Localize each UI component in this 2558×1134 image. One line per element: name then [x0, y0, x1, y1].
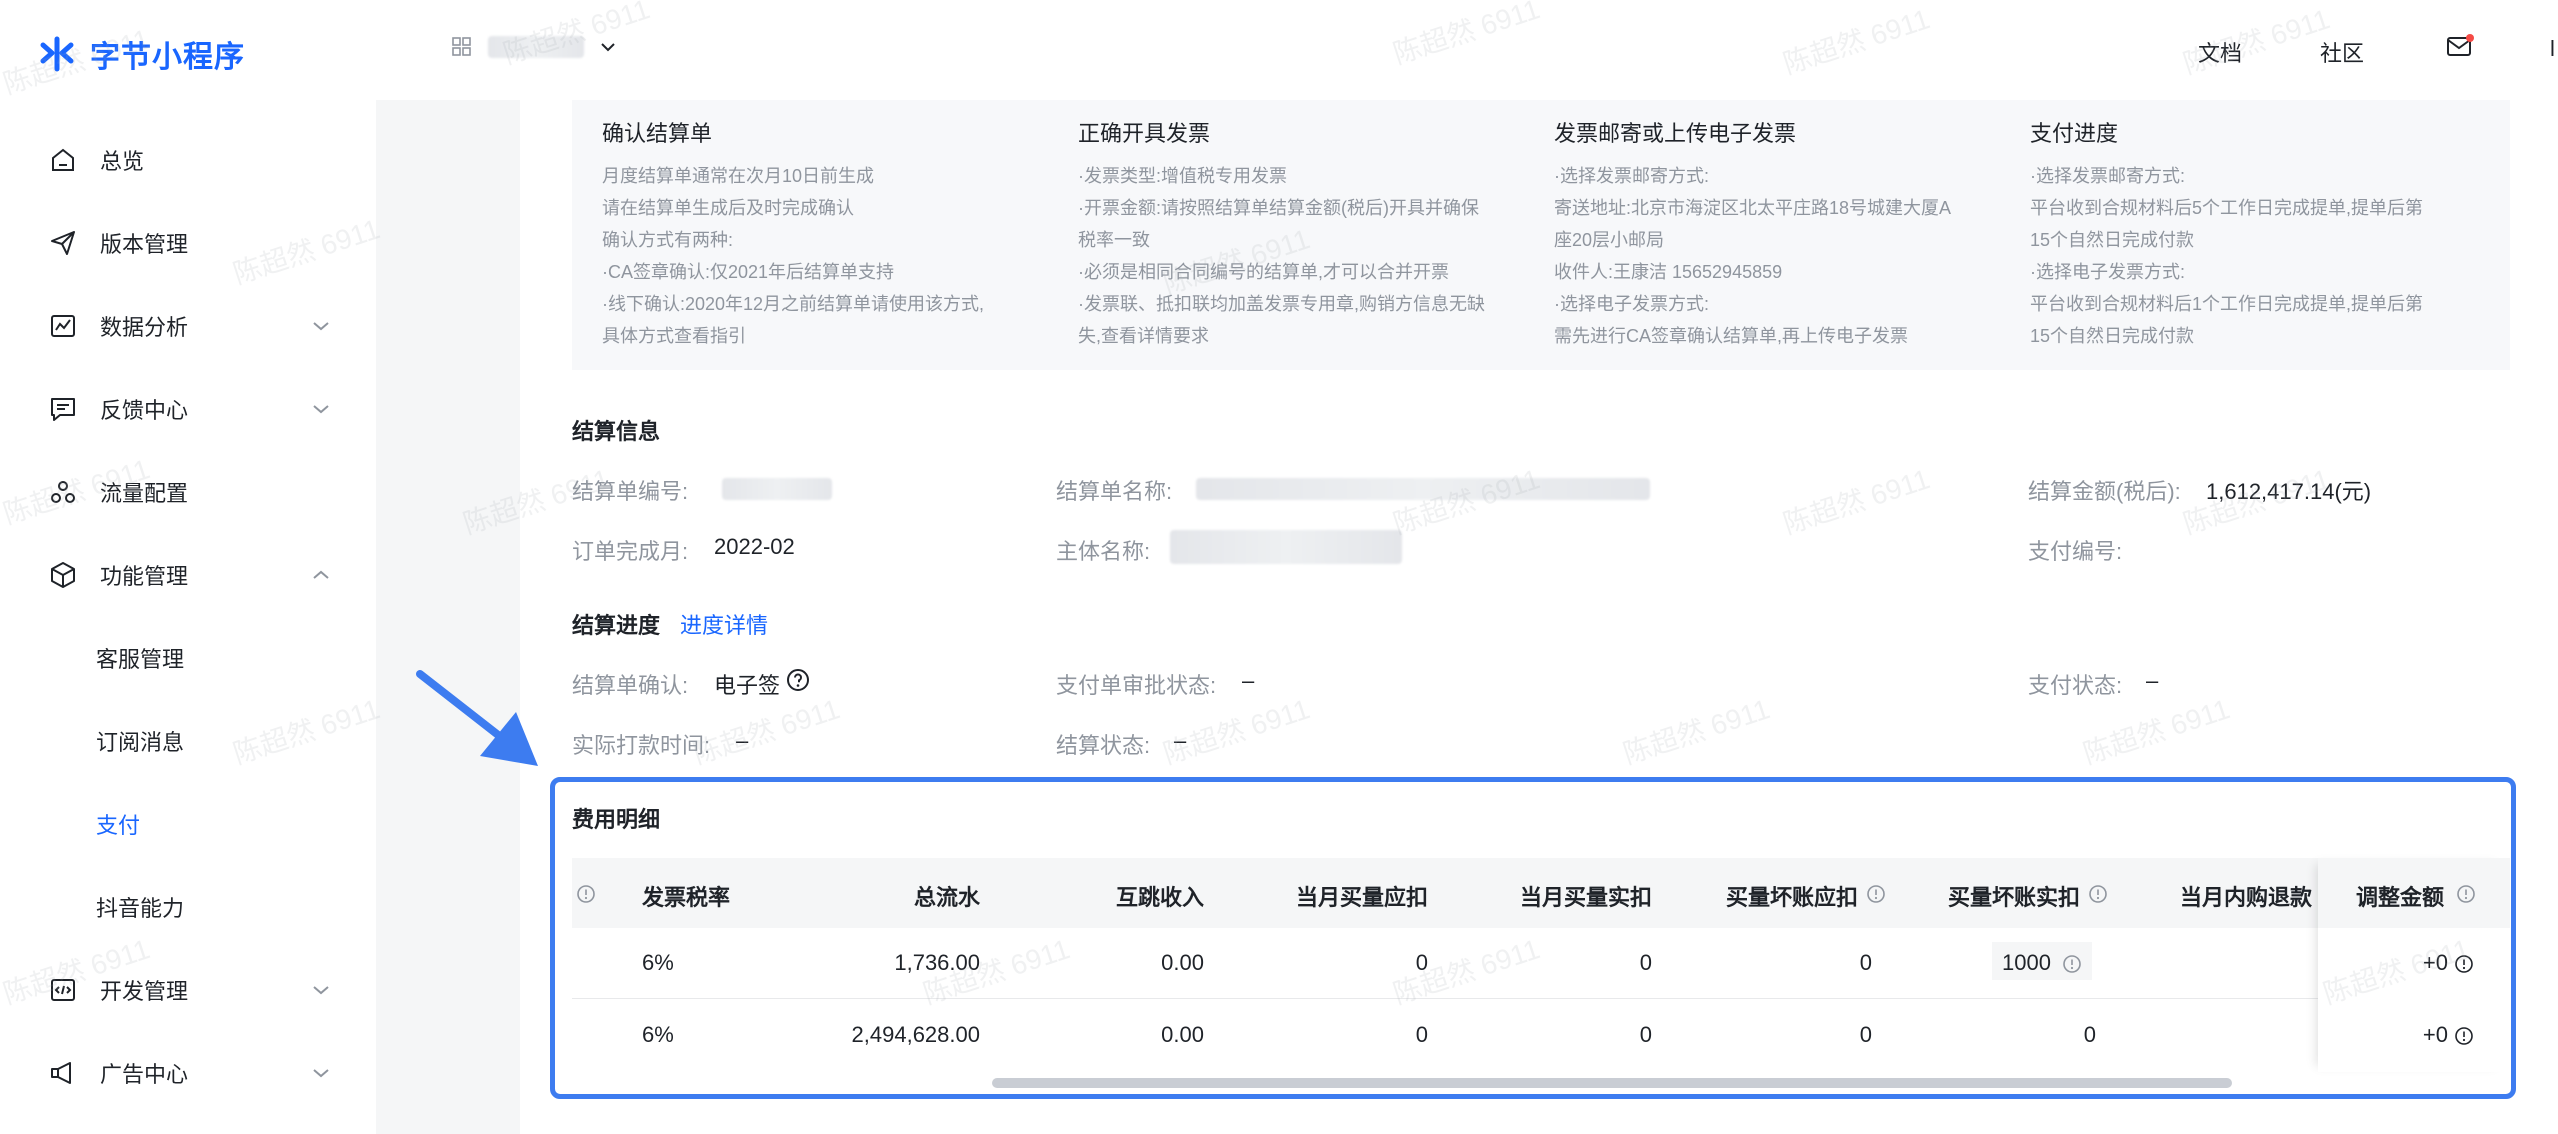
settlement-number-redacted — [722, 478, 832, 500]
chevron-down-icon — [313, 1068, 329, 1077]
payment-status-label: 支付状态: — [2028, 673, 2123, 698]
step-line: ·选择电子发票方式: — [2030, 262, 2185, 282]
pointer-arrow-icon — [416, 670, 538, 766]
settlement-name-label: 结算单名称: — [1056, 479, 1173, 504]
step-line: 15个自然日完成付款 — [2030, 326, 2195, 346]
chevron-down-icon — [601, 43, 615, 52]
sidebar-item-label: 总览 — [100, 148, 145, 174]
step-title: 正确开具发票 — [1078, 121, 1211, 146]
top-bar: 文档 社区 l — [0, 0, 2558, 100]
sidebar-item-label: 反馈中心 — [100, 397, 189, 423]
approval-status-value: – — [1242, 668, 1255, 693]
approval-status-label: 支付单审批状态: — [1056, 673, 1217, 698]
mail-button[interactable] — [2446, 34, 2474, 64]
settlement-steps-panel: 确认结算单 月度结算单通常在次月10日前生成 请在结算单生成后及时完成确认 确认… — [572, 100, 2510, 370]
step-invoice: 正确开具发票 ·发票类型:增值税专用发票 ·开票金额:请按照结算单结算金额(税后… — [1078, 116, 1538, 352]
step-line: ·必须是相同合同编号的结算单,才可以合并开票 — [1078, 262, 1449, 282]
cube-icon — [51, 561, 75, 588]
step-line: ·选择电子发票方式: — [1554, 294, 1709, 314]
step-title: 发票邮寄或上传电子发票 — [1554, 121, 1797, 146]
step-line: ·CA签章确认:仅2021年后结算单支持 — [602, 262, 895, 282]
mail-icon — [2447, 34, 2474, 56]
sidebar-item-payment[interactable]: 支付 — [0, 782, 376, 865]
sidebar-item-label: 版本管理 — [100, 231, 189, 257]
step-mail-or-upload: 发票邮寄或上传电子发票 ·选择发票邮寄方式: 寄送地址:北京市海淀区北太平庄路1… — [1554, 116, 2014, 352]
step-line: 需先进行CA签章确认结算单,再上传电子发票 — [1554, 326, 1909, 346]
settlement-progress-title: 结算进度 — [572, 613, 661, 638]
detail-requirements-link[interactable]: 失,查看详情要求 — [1078, 320, 1538, 352]
chart-icon — [51, 314, 75, 337]
step-line: ·发票联、抵扣联均加盖发票专用章,购销方信息无缺 — [1078, 294, 1485, 314]
app-grid-icon — [452, 37, 471, 56]
view-guide-link[interactable]: 具体方式查看指引 — [602, 320, 1062, 352]
step-line: ·线下确认:2020年12月之前结算单请使用该方式, — [602, 294, 985, 314]
help-icon[interactable] — [786, 668, 810, 697]
sidebar-item-feedback[interactable]: 反馈中心 — [0, 367, 376, 450]
progress-detail-link[interactable]: 进度详情 — [680, 608, 768, 640]
step-title: 确认结算单 — [602, 121, 713, 146]
sidebar-item-features[interactable]: 功能管理 — [0, 533, 376, 616]
step-line: 月度结算单通常在次月10日前生成 — [602, 166, 875, 186]
message-icon — [51, 397, 75, 421]
subject-name-label: 主体名称: — [1056, 539, 1151, 564]
step-line: 平台收到合规材料后5个工作日完成提单,提单后第 — [2030, 198, 2424, 218]
step-line: ·选择发票邮寄方式: — [1554, 166, 1709, 186]
step-line: 座20层小邮局 — [1554, 230, 1665, 250]
sidebar-item-label: 广告中心 — [100, 1061, 189, 1087]
sidebar-item-label: 数据分析 — [100, 314, 189, 340]
step-line: 确认方式有两种: — [602, 230, 734, 250]
step-line: 平台收到合规材料后1个工作日完成提单,提单后第 — [2030, 294, 2424, 314]
chevron-down-icon — [313, 404, 329, 413]
order-month-label: 订单完成月: — [572, 539, 689, 564]
sidebar-item-analytics[interactable]: 数据分析 — [0, 284, 376, 367]
subject-name-redacted — [1170, 530, 1402, 564]
payment-status-value: – — [2146, 668, 2159, 693]
confirm-label: 结算单确认: — [572, 673, 689, 698]
step-line: 收件人:王康洁 15652945859 — [1554, 262, 1783, 282]
step-line: 15个自然日完成付款 — [2030, 230, 2195, 250]
settlement-amount-label: 结算金额(税后): — [2028, 479, 2181, 504]
home-icon — [52, 148, 74, 171]
sidebar-item-douyin[interactable]: 抖音能力 — [0, 865, 376, 948]
settle-status-label: 结算状态: — [1056, 733, 1151, 758]
step-line: 请在结算单生成后及时完成确认 — [602, 198, 854, 218]
confirm-value: 电子签 — [714, 673, 781, 698]
chevron-down-icon — [313, 321, 329, 330]
order-month-value: 2022-02 — [714, 534, 795, 559]
chevron-up-icon — [313, 570, 329, 579]
payment-number-label: 支付编号: — [2028, 539, 2123, 564]
sidebar-item-label: 功能管理 — [100, 563, 189, 589]
step-title: 支付进度 — [2030, 121, 2119, 146]
sidebar-item-overview[interactable]: 总览 — [0, 118, 376, 201]
step-line: ·发票类型:增值税专用发票 — [1078, 166, 1287, 186]
settlement-info-title: 结算信息 — [572, 419, 661, 444]
user-avatar[interactable]: l — [2550, 36, 2555, 62]
chevron-down-icon — [313, 985, 329, 994]
megaphone-icon — [51, 1061, 71, 1084]
step-line: 寄送地址:北京市海淀区北太平庄路18号城建大厦A — [1554, 198, 1952, 218]
step-payment-progress: 支付进度 ·选择发票邮寄方式: 平台收到合规材料后5个工作日完成提单,提单后第 … — [2030, 116, 2490, 352]
send-icon — [51, 230, 75, 255]
step-line: ·选择发票邮寄方式: — [2030, 166, 2185, 186]
sidebar-item-ads[interactable]: 广告中心 — [0, 1031, 376, 1114]
community-link[interactable]: 社区 — [2320, 36, 2364, 68]
step-line: ·开票金额:请按照结算单结算金额(税后)开具并确保 — [1078, 198, 1479, 218]
sidebar-item-customer-service[interactable]: 客服管理 — [0, 616, 376, 699]
step-confirm: 确认结算单 月度结算单通常在次月10日前生成 请在结算单生成后及时完成确认 确认… — [602, 116, 1062, 352]
